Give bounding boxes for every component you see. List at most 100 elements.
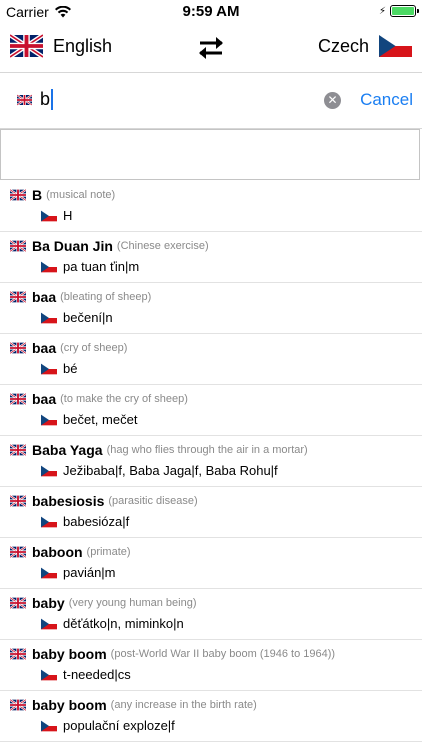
translation: H <box>63 208 73 223</box>
result-row[interactable]: Ba Duan Jin (Chinese exercise) pa tuan ťin… <box>0 232 422 283</box>
headword: baa <box>32 340 57 356</box>
headword-line: baby boom (post-World War II baby boom (1… <box>10 646 335 662</box>
translation: Ježibaba|f, Baba Jaga|f, Baba Rohu|f <box>63 463 278 478</box>
search-input[interactable]: b <box>40 89 54 110</box>
translation: t-needed|cs <box>63 667 131 682</box>
headword: baa <box>32 289 57 305</box>
headword-line: baby (very young human being) <box>10 595 196 611</box>
translation: populační exploze|f <box>63 718 175 733</box>
language-bar: English Czech <box>0 24 422 73</box>
uk-flag-icon <box>10 189 26 201</box>
translation: děťátko|n, miminko|n <box>63 616 184 631</box>
translation-line: Ježibaba|f, Baba Jaga|f, Baba Rohu|f <box>41 463 278 478</box>
sense-note: (bleating of sheep) <box>60 291 152 303</box>
uk-flag-icon <box>10 546 26 558</box>
text-cursor <box>51 89 54 110</box>
headword-line: babesiosis (parasitic disease) <box>10 493 198 509</box>
translation-line: pavián|m <box>41 565 116 580</box>
translation-line: t-needed|cs <box>41 667 131 682</box>
headword: babesiosis <box>32 493 105 509</box>
czech-flag-icon <box>379 33 412 59</box>
headword-line: baa (to make the cry of sheep) <box>10 391 188 407</box>
translation-line: pa tuan ťin|m <box>41 259 139 274</box>
battery-fill <box>392 7 415 15</box>
translation-line: bečet, mečet <box>41 412 137 427</box>
status-bar: Carrier 9:59 AM ⚡ <box>0 0 422 24</box>
czech-flag-icon <box>41 618 57 630</box>
headword: baa <box>32 391 57 407</box>
sense-note: (hag who flies through the air in a mort… <box>106 444 308 456</box>
result-row[interactable]: babesiosis (parasitic disease) babesióza|f <box>0 487 422 538</box>
translation: bé <box>63 361 78 376</box>
headword: Ba Duan Jin <box>32 238 113 254</box>
translation-line: děťátko|n, miminko|n <box>41 616 184 631</box>
czech-flag-icon <box>41 516 57 528</box>
uk-flag-icon <box>10 240 26 252</box>
uk-flag-icon <box>10 648 26 660</box>
result-row[interactable]: baboon (primate) pavián|m <box>0 538 422 589</box>
sense-note: (primate) <box>86 546 131 558</box>
czech-flag-icon <box>41 567 57 579</box>
headword: B <box>32 187 43 203</box>
czech-flag-icon <box>41 465 57 477</box>
result-row[interactable]: B (musical note) H <box>0 181 422 232</box>
czech-flag-icon <box>41 261 57 273</box>
translation: bečet, mečet <box>63 412 138 427</box>
headword-line: Ba Duan Jin (Chinese exercise) <box>10 238 209 254</box>
translation-line: populační exploze|f <box>41 718 175 733</box>
czech-flag-icon <box>41 210 57 222</box>
translation-line: bé <box>41 361 77 376</box>
uk-flag-icon <box>10 342 26 354</box>
sense-note: (any increase in the birth rate) <box>110 699 257 711</box>
cancel-button[interactable]: Cancel <box>360 90 413 110</box>
czech-flag-icon <box>41 312 57 324</box>
headword: baboon <box>32 544 83 560</box>
czech-flag-icon <box>41 720 57 732</box>
headword: Baba Yaga <box>32 442 103 458</box>
headword: baby boom <box>32 697 107 713</box>
result-row[interactable]: baa (to make the cry of sheep) bečet, meče… <box>0 385 422 436</box>
clock: 9:59 AM <box>182 3 240 20</box>
translation: pavián|m <box>63 565 116 580</box>
translation-line: babesióza|f <box>41 514 129 529</box>
uk-flag-icon <box>10 597 26 609</box>
translation: babesióza|f <box>63 514 130 529</box>
battery-indicator: ⚡ <box>378 5 419 17</box>
sense-note: (Chinese exercise) <box>116 240 209 252</box>
uk-flag-icon <box>10 699 26 711</box>
search-bar: b ✕ Cancel <box>0 73 422 129</box>
result-row[interactable]: baby boom (any increase in the birth rate… <box>0 691 422 742</box>
search-query: b <box>40 89 51 109</box>
czech-flag-icon <box>41 363 57 375</box>
clear-search-icon[interactable]: ✕ <box>324 92 341 109</box>
uk-flag-icon <box>10 393 26 405</box>
uk-flag-icon <box>10 33 43 59</box>
headword: baby boom <box>32 646 107 662</box>
translation-line: H <box>41 208 72 223</box>
translation: pa tuan ťin|m <box>63 259 140 274</box>
headword-line: baby boom (any increase in the birth rate… <box>10 697 257 713</box>
headword-line: baa (bleating of sheep) <box>10 289 151 305</box>
source-language-selector[interactable]: English <box>10 33 112 59</box>
sense-note: (very young human being) <box>68 597 197 609</box>
uk-flag-icon <box>10 495 26 507</box>
czech-flag-icon <box>41 669 57 681</box>
headword: baby <box>32 595 65 611</box>
headword-line: baa (cry of sheep) <box>10 340 127 356</box>
result-row[interactable]: Baba Yaga (hag who flies through the air … <box>0 436 422 487</box>
sense-note: (musical note) <box>46 189 116 201</box>
headword-line: B (musical note) <box>10 187 115 203</box>
result-row[interactable]: baby boom (post-World War II baby boom (1… <box>0 640 422 691</box>
target-language-label: Czech <box>317 35 369 56</box>
headword-line: Baba Yaga (hag who flies through the air … <box>10 442 308 458</box>
empty-panel <box>0 129 420 180</box>
uk-flag-icon <box>10 444 26 456</box>
results-list: B (musical note) H Ba Duan Jin (Chinese exer… <box>0 181 422 742</box>
result-row[interactable]: baa (cry of sheep) bé <box>0 334 422 385</box>
target-language-selector[interactable]: Czech <box>318 33 412 59</box>
sense-note: (parasitic disease) <box>108 495 198 507</box>
result-row[interactable]: baby (very young human being) děťátko|n, m… <box>0 589 422 640</box>
result-row[interactable]: baa (bleating of sheep) bečení|n <box>0 283 422 334</box>
charging-icon: ⚡ <box>378 5 386 17</box>
swap-languages-button[interactable] <box>196 35 226 61</box>
